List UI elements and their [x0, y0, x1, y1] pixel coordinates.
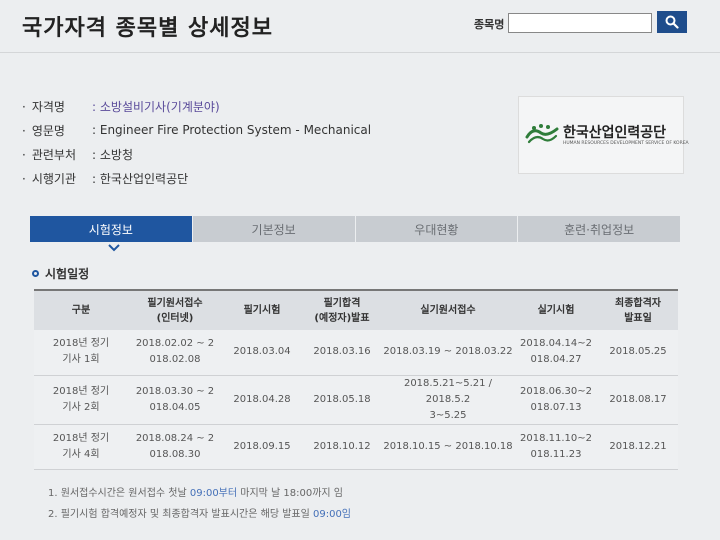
tab-basic-info[interactable]: 기본정보 [192, 216, 356, 242]
table-cell: 2018.03.30 ~ 2 018.04.05 [128, 375, 222, 425]
table-cell: 2018.10.15 ~ 2018.10.18 [382, 424, 514, 470]
table-cell: 2018년 정기 기사 4회 [34, 424, 128, 470]
table-cell: 2018.04.14~2 018.04.27 [514, 330, 598, 376]
logo-name-english: HUMAN RESOURCES DEVELOPMENT SERVICE OF K… [563, 141, 689, 146]
note-text: 마지막 날 18:00까지 임 [237, 488, 344, 499]
table-cell: 2018.04.28 [222, 375, 302, 425]
info-key: 영문명 [22, 122, 92, 139]
note-highlight: 09:00부터 [189, 488, 238, 499]
note-item: 2. 필기시험 합격예정자 및 최종합격자 발표시간은 해당 발표일 09:00… [48, 505, 351, 526]
table-cell: 2018.08.24 ~ 2 018.08.30 [128, 424, 222, 470]
header: 국가자격 종목별 상세정보 종목명 [0, 0, 720, 52]
table-cell: 2018.5.21~5.21 / 2018.5.2 3~5.25 [382, 375, 514, 425]
info-row-name: 자격명 : 소방설비기사(기계분야) [22, 94, 371, 118]
info-row-agency: 시행기관 : 한국산업인력공단 [22, 166, 371, 190]
info-value: : Engineer Fire Protection System - Mech… [92, 123, 372, 137]
circle-bullet-icon [32, 270, 39, 277]
note-item: 1. 원서접수시간은 원서접수 첫날 09:00부터 마지막 날 18:00까지… [48, 484, 351, 505]
hrdk-logo-icon [525, 124, 559, 144]
search-icon [665, 15, 679, 29]
info-value: : 소방청 [92, 147, 133, 162]
table-cell: 2018년 정기 기사 2회 [34, 375, 128, 425]
info-row-english-name: 영문명 : Engineer Fire Protection System - … [22, 118, 371, 142]
qualification-info: 자격명 : 소방설비기사(기계분야) 영문명 : Engineer Fire P… [22, 94, 371, 190]
table-cell: 2018.09.15 [222, 424, 302, 470]
header-divider [0, 52, 720, 53]
table-cell: 2018년 정기 기사 1회 [34, 330, 128, 376]
page-title: 국가자격 종목별 상세정보 [22, 16, 273, 41]
table-cell: 2018.03.04 [222, 330, 302, 376]
logo-name-korean: 한국산업인력공단 [563, 125, 667, 141]
table-cell: 2018.05.18 [302, 375, 382, 425]
table-cell: 2018.05.25 [598, 330, 678, 376]
table-cell: 2018.02.02 ~ 2 018.02.08 [128, 330, 222, 376]
info-key: 시행기관 [22, 170, 92, 187]
info-key: 자격명 [22, 98, 92, 115]
info-value: : 한국산업인력공단 [92, 171, 189, 186]
tab-bar: 시험정보 기본정보 우대현황 훈련·취업정보 [30, 216, 680, 242]
table-cell: 2018.03.19 ~ 2018.03.22 [382, 330, 514, 376]
table-row: 2018년 정기 기사 4회 2018.08.24 ~ 2 018.08.30 2018… [34, 424, 678, 470]
table-cell: 2018.08.17 [598, 375, 678, 425]
table-cell: 2018.10.12 [302, 424, 382, 470]
notes: 1. 원서접수시간은 원서접수 첫날 09:00부터 마지막 날 18:00까지… [48, 484, 351, 526]
table-row: 2018년 정기 기사 2회 2018.03.30 ~ 2 018.04.05 2018… [34, 375, 678, 425]
search-label: 종목명 [474, 18, 505, 31]
section-title: 시험일정 [32, 265, 89, 282]
table-column-header: 실기시험 [514, 289, 598, 330]
info-value: : 소방설비기사(기계분야) [92, 99, 220, 114]
agency-logo: 한국산업인력공단 HUMAN RESOURCES DEVELOPMENT SER… [518, 96, 689, 174]
table-cell: 2018.06.30~2 018.07.13 [514, 375, 598, 425]
info-row-ministry: 관련부처 : 소방청 [22, 142, 371, 166]
table-column-header: 필기시험 [222, 289, 302, 330]
search-button[interactable] [657, 11, 687, 33]
chevron-down-icon [108, 244, 120, 252]
section-title-text: 시험일정 [45, 267, 90, 281]
table-row: 2018년 정기 기사 1회 2018.02.02 ~ 2 018.02.08 2018… [34, 330, 678, 376]
table-column-header: 최종합격자 발표일 [598, 289, 678, 330]
exam-schedule-table: 구분 필기원서접수 (인터넷) 필기시험 필기합격 (예정자)발표 실기원서접수 실기시험 최종… [34, 289, 678, 470]
table-column-header: 실기원서접수 [382, 289, 514, 330]
note-text: 2. 필기시험 합격예정자 및 최종합격자 발표시간은 해당 발표일 [48, 509, 313, 520]
tab-preference[interactable]: 우대현황 [355, 216, 519, 242]
note-highlight: 09:00임 [312, 509, 352, 520]
table-header-row: 구분 필기원서접수 (인터넷) 필기시험 필기합격 (예정자)발표 실기원서접수 실기시험 최종… [34, 289, 678, 330]
search-input[interactable] [508, 13, 652, 33]
info-key: 관련부처 [22, 146, 92, 163]
table-column-header: 구분 [34, 289, 128, 330]
table-cell: 2018.12.21 [598, 424, 678, 470]
table-cell: 2018.03.16 [302, 330, 382, 376]
table-column-header: 필기합격 (예정자)발표 [302, 289, 382, 330]
tab-exam-info[interactable]: 시험정보 [30, 216, 193, 242]
table-cell: 2018.11.10~2 018.11.23 [514, 424, 598, 470]
tab-training-jobs[interactable]: 훈련·취업정보 [518, 216, 680, 242]
table-column-header: 필기원서접수 (인터넷) [128, 289, 222, 330]
note-text: 1. 원서접수시간은 원서접수 첫날 [48, 488, 190, 499]
